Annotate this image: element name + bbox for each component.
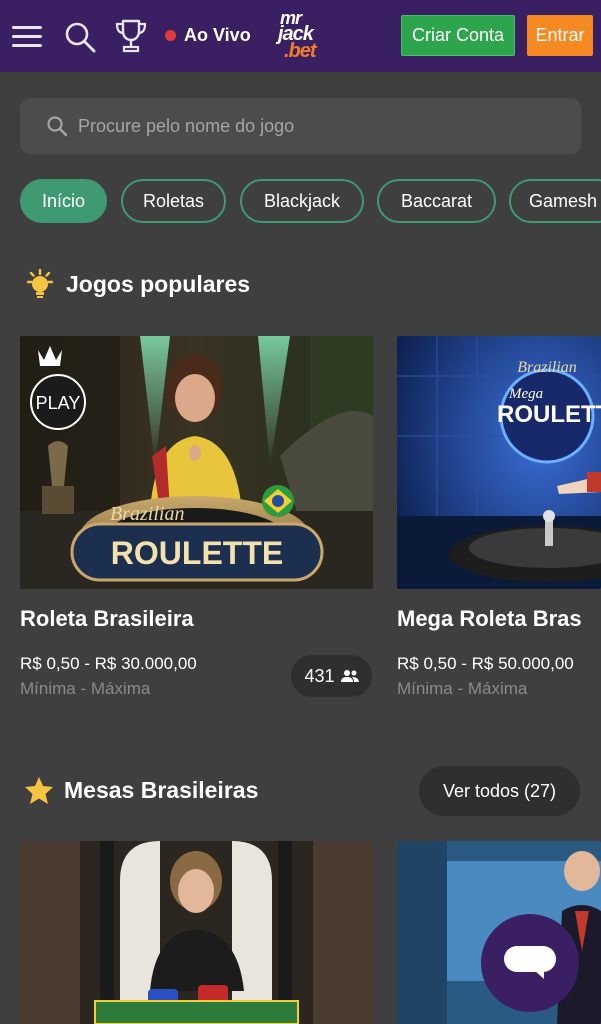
tab-inicio[interactable]: Início	[20, 179, 107, 223]
game-name-mega-roleta[interactable]: Mega Roleta Bras	[397, 606, 582, 632]
game-card-image-brazilian-table-1[interactable]	[20, 841, 373, 1024]
popular-section-header: Jogos populares	[24, 268, 250, 300]
game-range-label-mega-roleta: Mínima - Máxima	[397, 679, 528, 698]
roulette-studio-image: PLAY Brazilian ROULETTE	[20, 336, 373, 589]
tab-blackjack[interactable]: Blackjack	[240, 179, 364, 223]
roulette-script-text: Brazilian	[110, 503, 184, 525]
dealer-table-image	[20, 841, 373, 1024]
mega-main-text: ROULETTE	[497, 401, 601, 428]
game-range-mega-roleta: R$ 0,50 - R$ 50.000,00	[397, 654, 574, 673]
view-all-button[interactable]: Ver todos (27)	[419, 766, 580, 816]
top-header: Ao Vivo mr jack .bet Criar Conta Entrar	[0, 0, 601, 72]
mega-script-text: Brazilian	[517, 359, 577, 376]
signup-button[interactable]: Criar Conta	[401, 15, 515, 56]
live-dot-icon	[165, 29, 176, 41]
players-count: 431	[304, 665, 335, 686]
search-placeholder: Procure pelo nome do jogo	[78, 115, 295, 136]
search-icon	[47, 116, 68, 137]
search-icon[interactable]	[63, 20, 97, 54]
chat-icon	[504, 946, 556, 979]
brazilian-tables-section-header: Mesas Brasileiras	[24, 775, 258, 805]
star-icon	[25, 777, 53, 804]
live-label: Ao Vivo	[184, 24, 251, 45]
game-range-label-roleta-brasileira: Mínima - Máxima	[20, 679, 151, 698]
sun-icon	[26, 268, 54, 298]
brazilian-tables-title: Mesas Brasileiras	[64, 776, 259, 803]
tab-baccarat[interactable]: Baccarat	[377, 179, 496, 223]
trophy-icon[interactable]	[114, 18, 148, 54]
category-tabs: Início Roletas Blackjack Baccarat Gamesh	[20, 179, 601, 225]
mega-line1-text: Mega	[508, 386, 543, 402]
game-name-roleta-brasileira[interactable]: Roleta Brasileira	[20, 606, 194, 632]
tab-gameshows[interactable]: Gamesh	[509, 179, 601, 223]
game-range-roleta-brasileira: R$ 0,50 - R$ 30.000,00	[20, 654, 197, 673]
search-input[interactable]: Procure pelo nome do jogo	[20, 98, 581, 154]
logo-line-3: .bet	[284, 40, 317, 62]
game-card-image-roleta-brasileira[interactable]: PLAY Brazilian ROULETTE	[20, 336, 373, 589]
popular-section-title: Jogos populares	[66, 270, 251, 297]
menu-icon[interactable]	[12, 26, 42, 47]
players-icon	[340, 670, 359, 682]
site-logo[interactable]: mr jack .bet	[274, 8, 334, 64]
roulette-main-text: ROULETTE	[111, 535, 283, 571]
login-button[interactable]: Entrar	[527, 15, 593, 56]
live-link[interactable]: Ao Vivo	[165, 24, 251, 46]
tab-roletas[interactable]: Roletas	[121, 179, 226, 223]
play-badge-text: PLAY	[36, 393, 81, 413]
game-card-image-mega-roleta[interactable]: Brazilian Mega ROULETTE	[397, 336, 601, 589]
mega-roulette-image: Brazilian Mega ROULETTE	[397, 336, 601, 589]
chat-button[interactable]	[481, 914, 579, 1012]
players-count-badge: 431	[291, 655, 372, 697]
